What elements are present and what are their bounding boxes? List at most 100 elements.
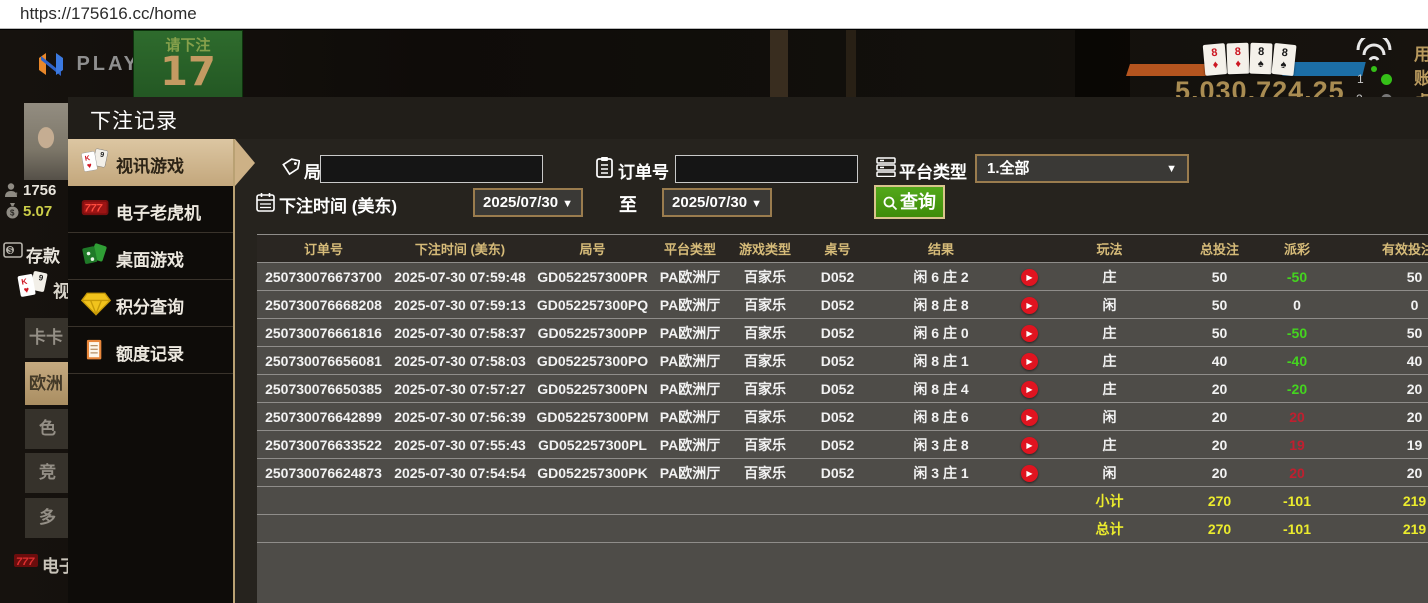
cell-game: GD052257300PK bbox=[530, 459, 655, 487]
bet-time-label: 下注时间 (美东) bbox=[279, 192, 397, 217]
table-list-number: 1 bbox=[1357, 72, 1364, 86]
bg-nav-item-active[interactable]: 欧洲 bbox=[25, 362, 68, 405]
cell-payout: -50 bbox=[1267, 263, 1327, 291]
cell-order: 250730076624873 bbox=[257, 459, 390, 487]
subtotal-bet: 270 bbox=[1172, 487, 1267, 515]
replay-button[interactable]: ▶ bbox=[1021, 353, 1038, 370]
cell-game: GD052257300PN bbox=[530, 375, 655, 403]
online-users-icon: * bbox=[4, 182, 20, 198]
cell-valid: 50 bbox=[1327, 263, 1428, 291]
search-button[interactable]: 查询 bbox=[874, 185, 945, 219]
cell-play: 庄 bbox=[1047, 375, 1172, 403]
col-order: 订单号 bbox=[257, 235, 390, 263]
sidebar-item-quota-records[interactable]: 额度记录 bbox=[68, 327, 233, 374]
cell-valid: 0 bbox=[1327, 291, 1428, 319]
sidebar-item-video-games[interactable]: 9 K ♥ 视讯游戏 bbox=[68, 139, 233, 186]
player-score-bar bbox=[1126, 64, 1210, 76]
cell-payout: -20 bbox=[1267, 375, 1327, 403]
side-panel-char: 用 bbox=[1414, 40, 1428, 65]
credit-amount: 5.07 bbox=[23, 203, 52, 220]
cell-platform: PA欧洲厅 bbox=[655, 291, 725, 319]
cell-time: 2025-07-30 07:55:43 bbox=[390, 431, 530, 459]
date-from-picker[interactable]: 2025/07/30▼ bbox=[473, 188, 583, 217]
cell-order: 250730076642899 bbox=[257, 403, 390, 431]
cell-order: 250730076650385 bbox=[257, 375, 390, 403]
bg-nav-item[interactable]: 竞 bbox=[25, 453, 68, 493]
cell-table: D052 bbox=[805, 347, 870, 375]
url-text[interactable]: https://175616.cc/home bbox=[20, 4, 197, 24]
cell-valid: 20 bbox=[1327, 403, 1428, 431]
order-no-input[interactable] bbox=[675, 155, 858, 183]
bg-nav-item[interactable]: 卡卡 bbox=[25, 318, 68, 358]
cell-type: 百家乐 bbox=[725, 403, 805, 431]
browser-address-bar[interactable]: https://175616.cc/home bbox=[0, 0, 1428, 29]
table-row: 250730076633522 2025-07-30 07:55:43 GD05… bbox=[257, 431, 1428, 459]
status-dot bbox=[1371, 66, 1377, 72]
cell-time: 2025-07-30 07:58:37 bbox=[390, 319, 530, 347]
replay-button[interactable]: ▶ bbox=[1021, 269, 1038, 286]
active-item-arrow bbox=[235, 139, 255, 186]
table-row: 250730076624873 2025-07-30 07:54:54 GD05… bbox=[257, 459, 1428, 487]
replay-button[interactable]: ▶ bbox=[1021, 409, 1038, 426]
subtotal-payout: -101 bbox=[1267, 487, 1327, 515]
cell-order: 250730076656081 bbox=[257, 347, 390, 375]
cell-order: 250730076668208 bbox=[257, 291, 390, 319]
date-to-picker[interactable]: 2025/07/30▼ bbox=[662, 188, 772, 217]
col-replay bbox=[1012, 235, 1047, 263]
cell-bet: 20 bbox=[1172, 403, 1267, 431]
replay-button[interactable]: ▶ bbox=[1021, 297, 1038, 314]
cell-result: 闲 8 庄 1 bbox=[870, 347, 1012, 375]
game-no-input[interactable] bbox=[320, 155, 543, 183]
cell-bet: 50 bbox=[1172, 319, 1267, 347]
cell-play: 庄 bbox=[1047, 263, 1172, 291]
slot-777-icon: 777 bbox=[80, 193, 112, 223]
col-type: 游戏类型 bbox=[725, 235, 805, 263]
bet-records-table: 订单号 下注时间 (美东) 局号 平台类型 游戏类型 桌号 结果 玩法 总投注 … bbox=[257, 234, 1428, 543]
cell-result: 闲 3 庄 1 bbox=[870, 459, 1012, 487]
sidebar-item-points[interactable]: 积分查询 bbox=[68, 280, 233, 327]
playing-card: 8♦ bbox=[1226, 43, 1249, 75]
replay-button[interactable]: ▶ bbox=[1021, 325, 1038, 342]
clipboard-icon bbox=[595, 156, 614, 178]
platform-type-select[interactable]: 1.全部 ▼ bbox=[975, 154, 1189, 183]
cell-platform: PA欧洲厅 bbox=[655, 347, 725, 375]
table-header-row: 订单号 下注时间 (美东) 局号 平台类型 游戏类型 桌号 结果 玩法 总投注 … bbox=[257, 235, 1428, 263]
col-time: 下注时间 (美东) bbox=[390, 235, 530, 263]
cell-game: GD052257300PP bbox=[530, 319, 655, 347]
replay-button[interactable]: ▶ bbox=[1021, 437, 1038, 454]
table-row: 250730076661816 2025-07-30 07:58:37 GD05… bbox=[257, 319, 1428, 347]
dark-column bbox=[1075, 30, 1130, 100]
cell-platform: PA欧洲厅 bbox=[655, 375, 725, 403]
cell-platform: PA欧洲厅 bbox=[655, 459, 725, 487]
bg-nav-item[interactable]: 色 bbox=[25, 409, 68, 449]
col-valid: 有效投注额 bbox=[1327, 235, 1428, 263]
cell-table: D052 bbox=[805, 431, 870, 459]
replay-button[interactable]: ▶ bbox=[1021, 381, 1038, 398]
cell-bet: 40 bbox=[1172, 347, 1267, 375]
sidebar-item-table-games[interactable]: 桌面游戏 bbox=[68, 233, 233, 280]
cell-time: 2025-07-30 07:54:54 bbox=[390, 459, 530, 487]
subtotal-row: 小计 270 -101 219 bbox=[257, 487, 1428, 515]
table-row: 250730076656081 2025-07-30 07:58:03 GD05… bbox=[257, 347, 1428, 375]
cell-play: 庄 bbox=[1047, 431, 1172, 459]
cell-bet: 50 bbox=[1172, 291, 1267, 319]
cell-payout: 0 bbox=[1267, 291, 1327, 319]
tag-icon bbox=[281, 158, 300, 177]
cell-valid: 40 bbox=[1327, 347, 1428, 375]
cell-payout: 20 bbox=[1267, 459, 1327, 487]
sidebar-item-slots[interactable]: 777 电子老虎机 bbox=[68, 186, 233, 233]
quota-doc-icon bbox=[84, 335, 110, 365]
bg-nav-item[interactable]: 多 bbox=[25, 498, 68, 538]
table-games-icon bbox=[80, 241, 112, 271]
online-users-count: 1756 bbox=[23, 182, 56, 199]
svg-text:777: 777 bbox=[16, 556, 35, 568]
replay-button[interactable]: ▶ bbox=[1021, 465, 1038, 482]
cell-bet: 20 bbox=[1172, 459, 1267, 487]
cell-game: GD052257300PQ bbox=[530, 291, 655, 319]
points-gem-icon bbox=[80, 289, 112, 319]
cell-result: 闲 8 庄 4 bbox=[870, 375, 1012, 403]
deposit-label[interactable]: 存款 bbox=[26, 242, 60, 267]
cell-play: 闲 bbox=[1047, 459, 1172, 487]
subtotal-valid: 219 bbox=[1327, 487, 1428, 515]
cell-result: 闲 8 庄 8 bbox=[870, 291, 1012, 319]
